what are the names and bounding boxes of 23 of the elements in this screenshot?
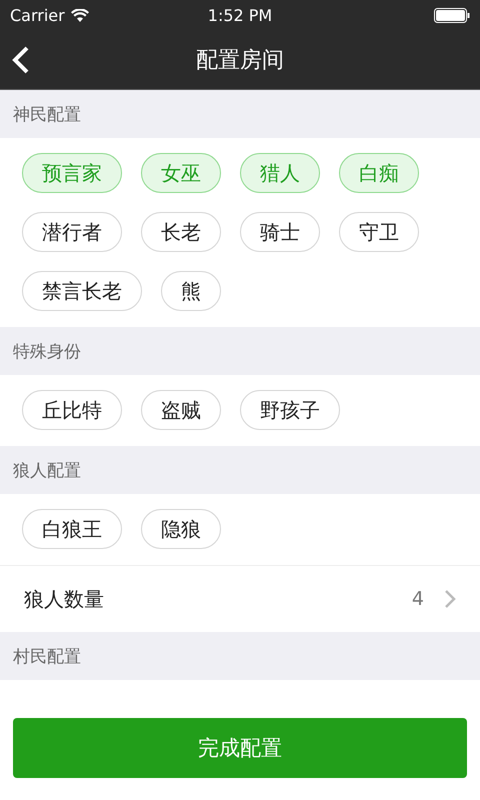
role-chip[interactable]: 白狼王	[22, 509, 122, 549]
battery-icon	[434, 8, 470, 22]
role-chip[interactable]: 盗贼	[141, 390, 221, 430]
role-chip[interactable]: 骑士	[240, 212, 320, 252]
role-chip[interactable]: 禁言长老	[22, 271, 142, 311]
role-chip[interactable]: 隐狼	[141, 509, 221, 549]
role-chip[interactable]: 潜行者	[22, 212, 122, 252]
section-header: 特殊身份	[0, 327, 480, 375]
screen-title: 配置房间	[196, 46, 284, 74]
section-header: 神民配置	[0, 90, 480, 138]
wifi-icon	[70, 8, 89, 22]
role-chip[interactable]: 熊	[161, 271, 221, 311]
count-label: 狼人数量	[24, 586, 105, 612]
role-chip[interactable]: 野孩子	[240, 390, 340, 430]
role-chip[interactable]: 长老	[141, 212, 221, 252]
carrier-name: Carrier	[10, 6, 65, 24]
role-chip[interactable]: 丘比特	[22, 390, 122, 430]
status-time: 1:52 PM	[208, 6, 272, 24]
done-button[interactable]: 完成配置	[13, 718, 467, 778]
count-value: 4	[412, 588, 424, 610]
section-header: 狼人配置	[0, 446, 480, 494]
role-chip[interactable]: 守卫	[339, 212, 419, 252]
section-header: 村民配置	[0, 632, 480, 680]
